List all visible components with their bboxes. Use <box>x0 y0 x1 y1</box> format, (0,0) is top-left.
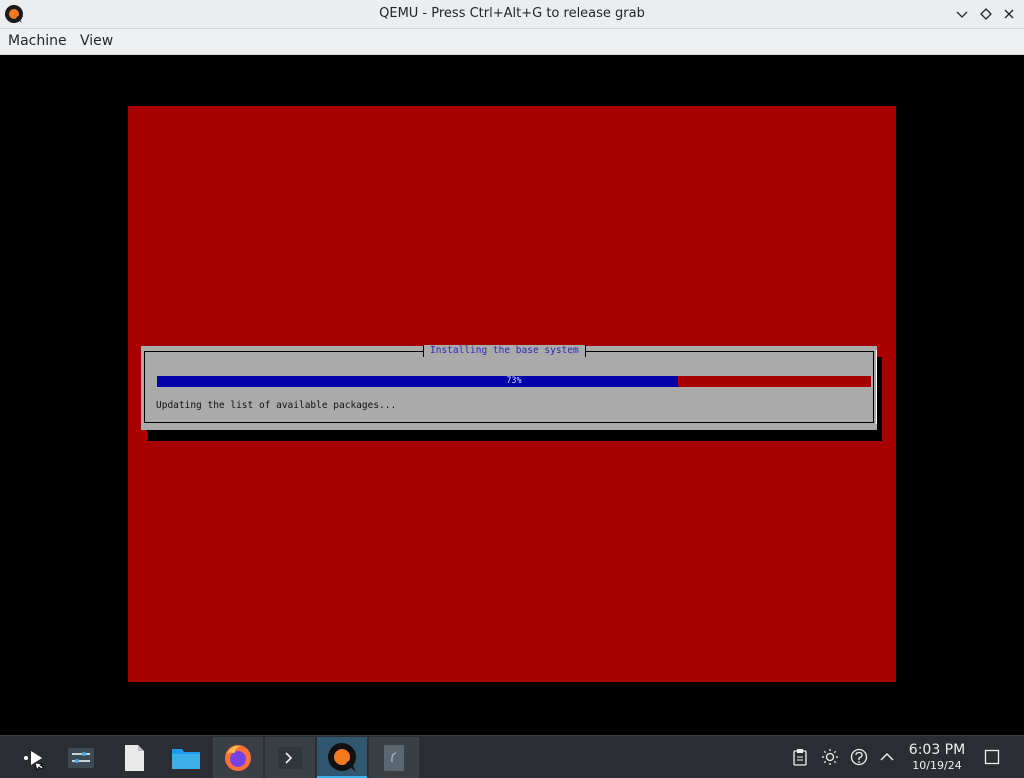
taskbar: 6:03 PM 10/19/24 <box>0 735 1024 778</box>
status-text: Updating the list of available packages.… <box>156 400 397 411</box>
text-document-icon <box>125 744 144 771</box>
file-manager-button[interactable] <box>161 737 211 778</box>
diamond-icon <box>980 8 992 20</box>
menu-view[interactable]: View <box>80 33 113 49</box>
application-launcher-icon <box>24 750 44 771</box>
clipboard-icon[interactable] <box>791 748 809 766</box>
network-icon[interactable] <box>850 748 868 766</box>
terminal-button[interactable] <box>265 737 315 778</box>
qemu-task-button[interactable] <box>317 737 367 778</box>
progress-label: 73% <box>506 376 522 386</box>
document-viewer-icon <box>384 744 404 771</box>
clock-date[interactable]: 10/19/24 <box>903 759 971 772</box>
close-icon <box>1004 9 1014 19</box>
system-settings-icon <box>68 747 94 768</box>
clock-time[interactable]: 6:03 PM <box>903 742 971 758</box>
brightness-icon[interactable] <box>821 748 839 766</box>
document-viewer-button[interactable] <box>369 737 419 778</box>
menu-machine[interactable]: Machine <box>8 33 67 49</box>
show-desktop-icon[interactable] <box>983 748 1001 766</box>
maximize-button[interactable] <box>975 4 997 24</box>
vm-display[interactable]: Installing the base system 73% Updating … <box>0 55 1024 735</box>
text-document-button[interactable] <box>109 737 159 778</box>
progress-bar: 73% <box>157 376 871 387</box>
firefox-button[interactable] <box>213 737 263 778</box>
close-button[interactable] <box>998 4 1020 24</box>
qemu-icon <box>328 742 356 772</box>
menu-bar: Machine View <box>0 29 1024 55</box>
dialog-frame: Installing the base system 73% Updating … <box>144 345 874 423</box>
installer-dialog: Installing the base system 73% Updating … <box>141 345 877 430</box>
window-titlebar[interactable]: QEMU - Press Ctrl+Alt+G to release grab <box>0 0 1024 29</box>
window-title: QEMU - Press Ctrl+Alt+G to release grab <box>379 6 645 21</box>
chevron-down-icon <box>956 11 968 18</box>
dialog-title: Installing the base system <box>423 345 586 357</box>
dialog-frame-highlight <box>876 350 877 424</box>
system-settings-button[interactable] <box>56 737 106 778</box>
expand-tray-icon[interactable] <box>878 748 896 766</box>
firefox-icon <box>225 744 251 771</box>
terminal-icon <box>278 746 302 769</box>
application-launcher-button[interactable] <box>9 737 59 778</box>
minimize-button[interactable] <box>951 4 973 24</box>
folder-icon <box>172 748 200 769</box>
